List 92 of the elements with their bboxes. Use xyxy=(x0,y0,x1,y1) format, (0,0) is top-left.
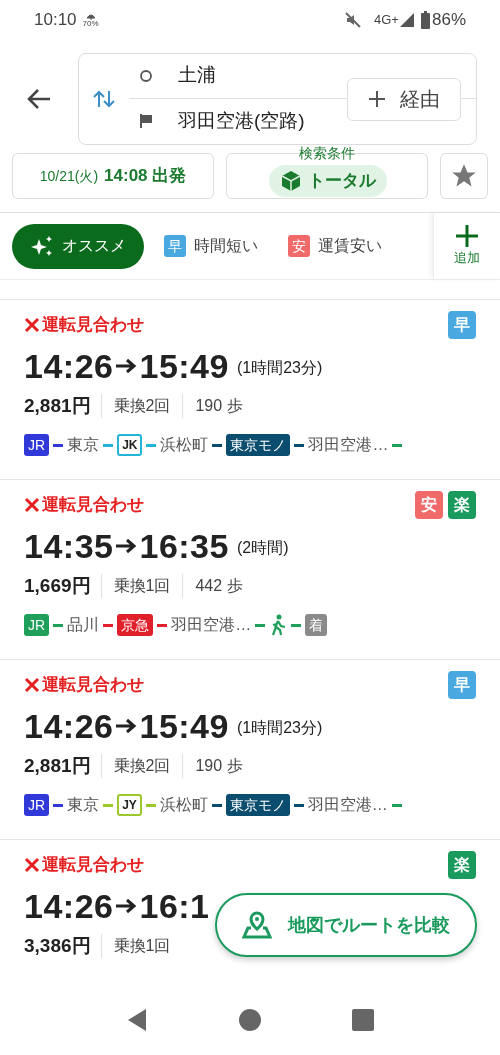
departure-text: 14:08 出発 xyxy=(104,165,187,188)
battery-percent: 86% xyxy=(431,9,466,32)
line-badge: 東京モノ xyxy=(226,434,291,456)
plus-icon xyxy=(368,90,386,108)
sort-tab[interactable]: オススメ xyxy=(12,223,144,269)
station-name: 羽田空港… xyxy=(171,615,252,635)
sparkle-icon xyxy=(30,235,54,257)
map-pin-icon xyxy=(242,911,272,939)
service-status: 運転見合わせ xyxy=(42,674,144,697)
battery-icon xyxy=(420,11,430,29)
umbrella-icon xyxy=(85,12,96,20)
add-button[interactable]: 追加 xyxy=(433,213,500,279)
line-badge: JR xyxy=(24,614,50,636)
mute-icon xyxy=(344,11,363,29)
arrival-time: 15:49 xyxy=(139,346,229,386)
transfer-count: 乗換1回 xyxy=(100,574,183,598)
plus-icon xyxy=(455,224,479,249)
departure-time: 14:26 xyxy=(24,346,114,386)
service-status: 運転見合わせ xyxy=(42,314,144,337)
line-badge: 京急 xyxy=(117,614,154,636)
circle-icon xyxy=(139,68,153,83)
station-name: 東京 xyxy=(67,435,100,455)
arrival-time: 15:49 xyxy=(139,706,229,746)
via-button[interactable]: 経由 xyxy=(347,77,461,121)
route-tag: 早 xyxy=(448,671,476,699)
arrow-icon xyxy=(115,358,138,374)
weather-percent: 70% xyxy=(82,19,99,28)
transfer-count: 乗換2回 xyxy=(100,394,183,418)
route-card[interactable]: 運転見合わせ 安 楽 14:35 16:35 (2時間) 1,669円 乗換1回 442 歩 JR 品川 京急 羽田空港… 着 xyxy=(0,479,500,659)
departure-time: 14:35 xyxy=(24,526,114,566)
departure-time-button[interactable]: 10/21(火) 14:08 出発 xyxy=(12,153,214,199)
back-nav-button[interactable] xyxy=(126,1008,148,1032)
network-type: 4G+ xyxy=(374,11,399,30)
duration-text: (1時間23分) xyxy=(236,358,323,378)
tab-badge: 安 xyxy=(288,235,310,257)
fare-text: 1,669円 xyxy=(24,573,92,598)
station-name: 品川 xyxy=(67,615,100,635)
route-tag: 楽 xyxy=(448,851,476,879)
home-nav-button[interactable] xyxy=(238,1008,262,1032)
date-text: 10/21(火) xyxy=(39,166,99,186)
sort-tab[interactable]: 早 時間短い xyxy=(154,223,268,269)
duration-text: (1時間23分) xyxy=(236,718,323,738)
cross-icon xyxy=(24,677,40,693)
line-badge: 着 xyxy=(305,614,328,636)
fare-text: 2,881円 xyxy=(24,753,92,778)
tab-badge: 早 xyxy=(164,235,186,257)
line-badge: 東京モノ xyxy=(225,794,290,816)
status-time: 10:10 xyxy=(34,9,77,32)
cross-icon xyxy=(24,317,40,333)
cube-icon xyxy=(280,170,302,192)
origin-station[interactable]: 土浦 xyxy=(178,61,216,90)
destination-station[interactable]: 羽田空港(空路) xyxy=(178,106,305,136)
fare-text: 3,386円 xyxy=(24,933,92,958)
station-name: 羽田空港… xyxy=(307,795,388,815)
line-badge: JY xyxy=(117,794,142,816)
transfer-count: 乗換1回 xyxy=(100,934,183,958)
arrow-icon xyxy=(115,718,138,734)
departure-time: 14:26 xyxy=(24,886,114,926)
line-badge: JR xyxy=(24,794,50,816)
station-name: 東京 xyxy=(67,795,100,815)
route-tag: 楽 xyxy=(448,491,476,519)
map-compare-button[interactable]: 地図でルートを比較 xyxy=(215,893,477,957)
cross-icon xyxy=(24,497,40,513)
arrival-time: 16:35 xyxy=(139,526,229,566)
sort-tab[interactable]: 安 運賃安い xyxy=(278,223,392,269)
cross-icon xyxy=(24,857,40,873)
walking-steps: 190 歩 xyxy=(182,394,255,418)
route-tag: 安 xyxy=(415,491,443,519)
fare-text: 2,881円 xyxy=(24,393,92,418)
arrival-time: 16:1 xyxy=(139,886,210,926)
arrow-icon xyxy=(115,538,138,554)
departure-time: 14:26 xyxy=(24,706,114,746)
arrow-icon xyxy=(115,898,138,914)
line-badge: JR xyxy=(24,434,50,456)
signal-icon xyxy=(398,12,415,28)
duration-text: (2時間) xyxy=(236,538,289,558)
conditions-value: トータル xyxy=(308,170,376,193)
walking-steps: 190 歩 xyxy=(182,754,255,778)
route-card[interactable]: 運転見合わせ 早 14:26 15:49 (1時間23分) 2,881円 乗換2回 190 歩 JR 東京 JY 浜松町 東京モノ 羽田空港… xyxy=(0,659,500,839)
route-card[interactable]: 運転見合わせ 早 14:26 15:49 (1時間23分) 2,881円 乗換2回 190 歩 JR 東京 JK 浜松町 東京モノ 羽田空港… xyxy=(0,299,500,479)
service-status: 運転見合わせ xyxy=(42,854,144,877)
flag-icon xyxy=(138,113,154,129)
line-badge: JK xyxy=(117,434,143,456)
route-tag: 早 xyxy=(448,311,476,339)
station-name: 浜松町 xyxy=(160,435,209,455)
back-arrow-icon xyxy=(26,87,52,110)
service-status: 運転見合わせ xyxy=(42,494,144,517)
station-name: 羽田空港… xyxy=(308,435,389,455)
station-name: 浜松町 xyxy=(159,795,208,815)
transfer-count: 乗換2回 xyxy=(100,754,183,778)
favorite-button[interactable] xyxy=(440,153,488,199)
walking-steps: 442 歩 xyxy=(182,574,255,598)
